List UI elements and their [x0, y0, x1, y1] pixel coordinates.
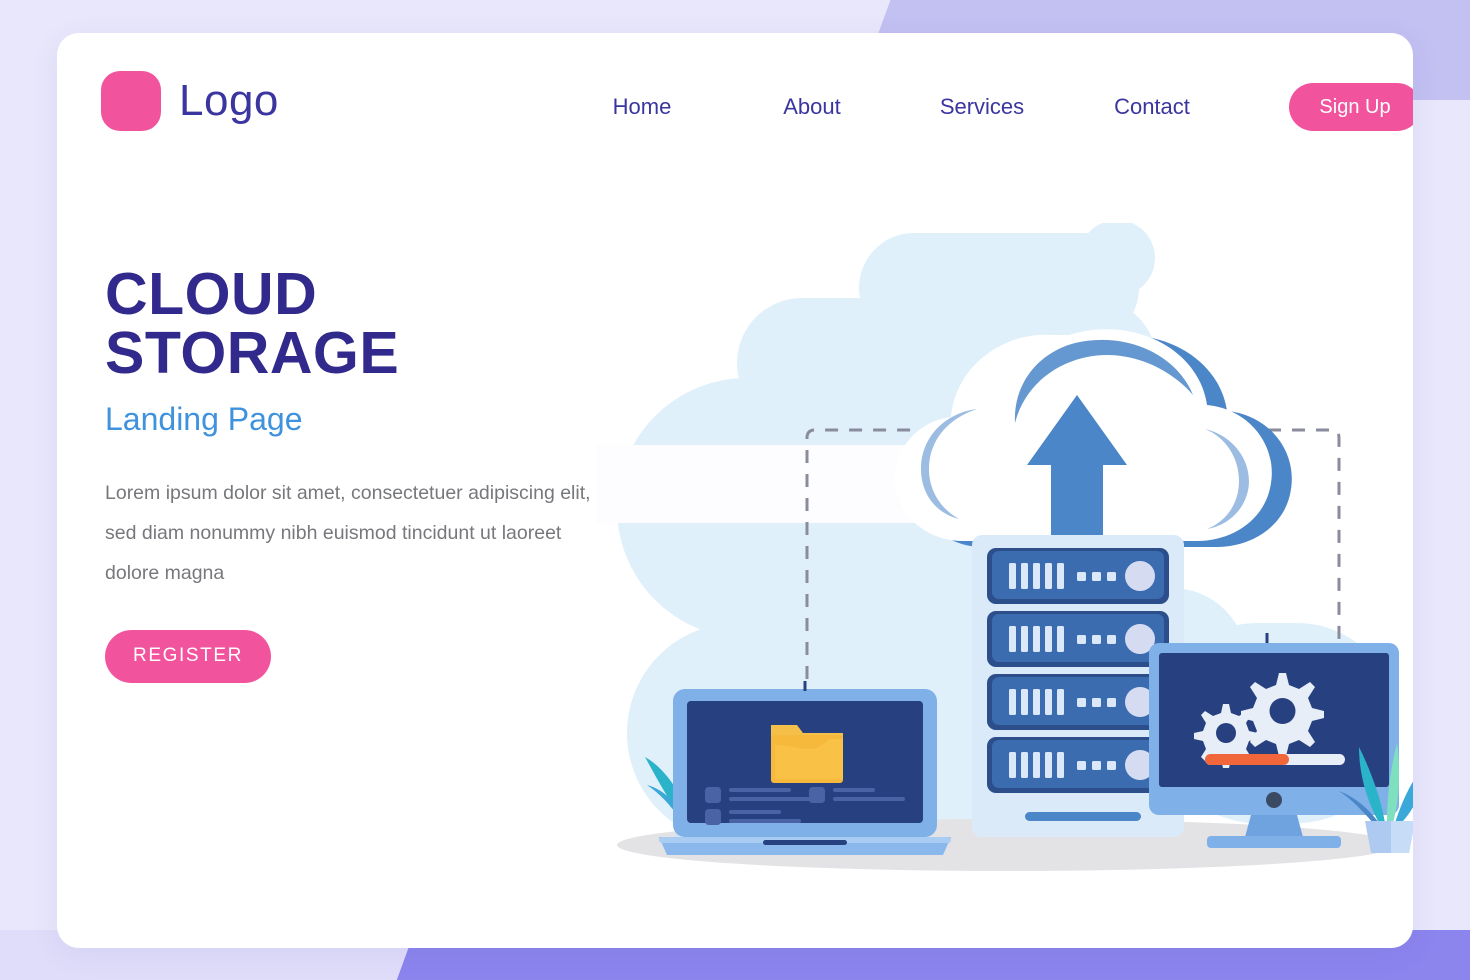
- register-button[interactable]: REGISTER: [105, 629, 271, 683]
- nav-item-services[interactable]: Services: [897, 84, 1067, 130]
- server-unit: [987, 674, 1169, 730]
- folder-icon: [771, 725, 843, 783]
- nav-item-contact[interactable]: Contact: [1067, 84, 1237, 130]
- main-navigation: Home About Services Contact Sign Up: [557, 83, 1413, 131]
- progress-bar: [1205, 754, 1345, 765]
- logo-text: Logo: [179, 76, 279, 125]
- nav-item-home[interactable]: Home: [557, 84, 727, 130]
- cloud-storage-illustration: [597, 223, 1413, 883]
- server-unit: [987, 548, 1169, 604]
- brand-logo[interactable]: Logo: [101, 71, 279, 131]
- server-unit: [987, 611, 1169, 667]
- logo-mark-icon: [101, 71, 161, 131]
- page-subtitle: Landing Page: [105, 401, 303, 437]
- monitor-device: [1149, 633, 1399, 848]
- page-title: CLOUD STORAGE: [105, 261, 400, 386]
- hero-description: Lorem ipsum dolor sit amet, consectetuer…: [105, 482, 591, 584]
- server-unit: [987, 737, 1169, 793]
- gear-large-icon: [1241, 673, 1324, 756]
- landing-card: Logo Home About Services Contact Sign Up…: [57, 33, 1413, 948]
- hero-section: CLOUD STORAGE Landing Page Lorem ipsum d…: [105, 265, 625, 683]
- page-root: Logo Home About Services Contact Sign Up…: [0, 0, 1470, 980]
- nav-item-about[interactable]: About: [727, 84, 897, 130]
- laptop-device: [659, 681, 951, 855]
- site-header: Logo Home About Services Contact Sign Up: [57, 33, 1413, 173]
- sign-up-button[interactable]: Sign Up: [1289, 83, 1413, 131]
